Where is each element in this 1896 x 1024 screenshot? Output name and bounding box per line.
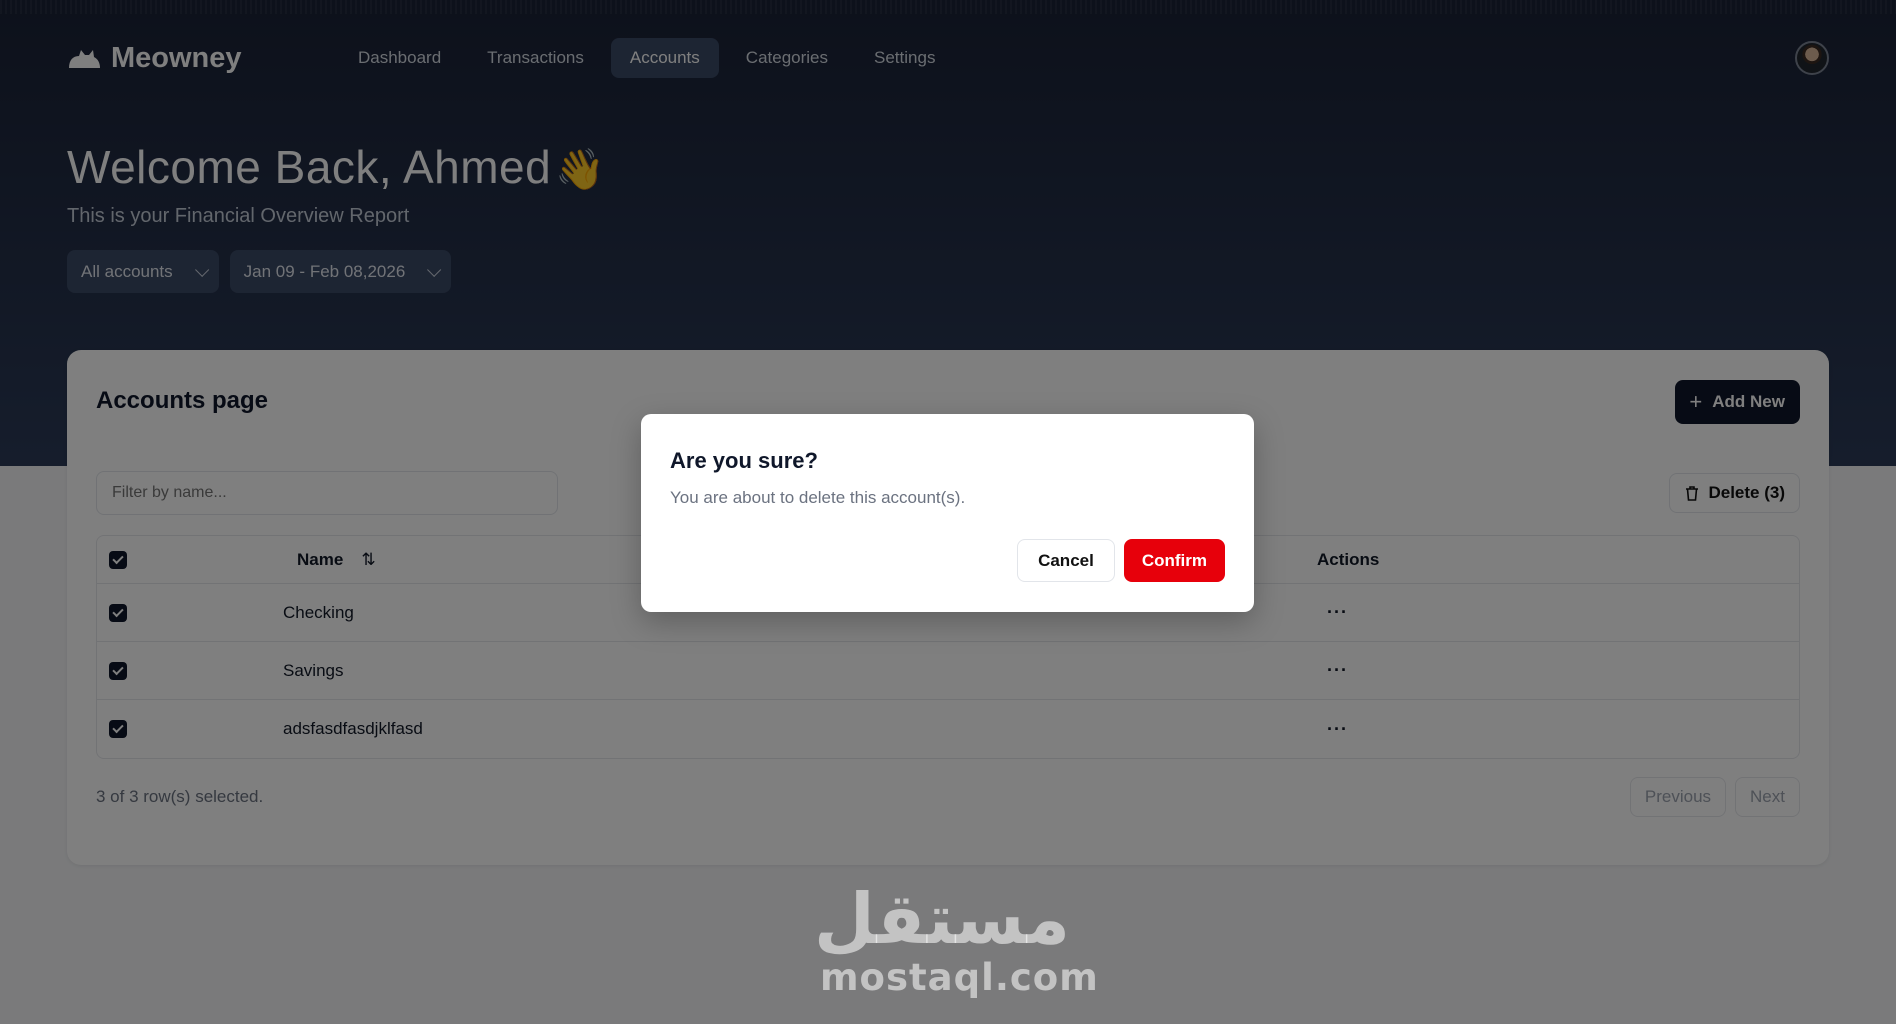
- watermark-arabic: مستقل: [813, 878, 1070, 960]
- cancel-button[interactable]: Cancel: [1017, 539, 1115, 582]
- watermark-latin: mostaql.com: [820, 956, 1099, 999]
- confirm-button[interactable]: Confirm: [1123, 539, 1225, 582]
- dialog-actions: Cancel Confirm: [1017, 539, 1225, 582]
- watermark: مستقل mostaql.com: [813, 878, 1099, 999]
- confirm-delete-dialog: Are you sure? You are about to delete th…: [641, 414, 1254, 612]
- dialog-title: Are you sure?: [670, 448, 818, 473]
- dialog-description: You are about to delete this account(s).: [670, 488, 966, 507]
